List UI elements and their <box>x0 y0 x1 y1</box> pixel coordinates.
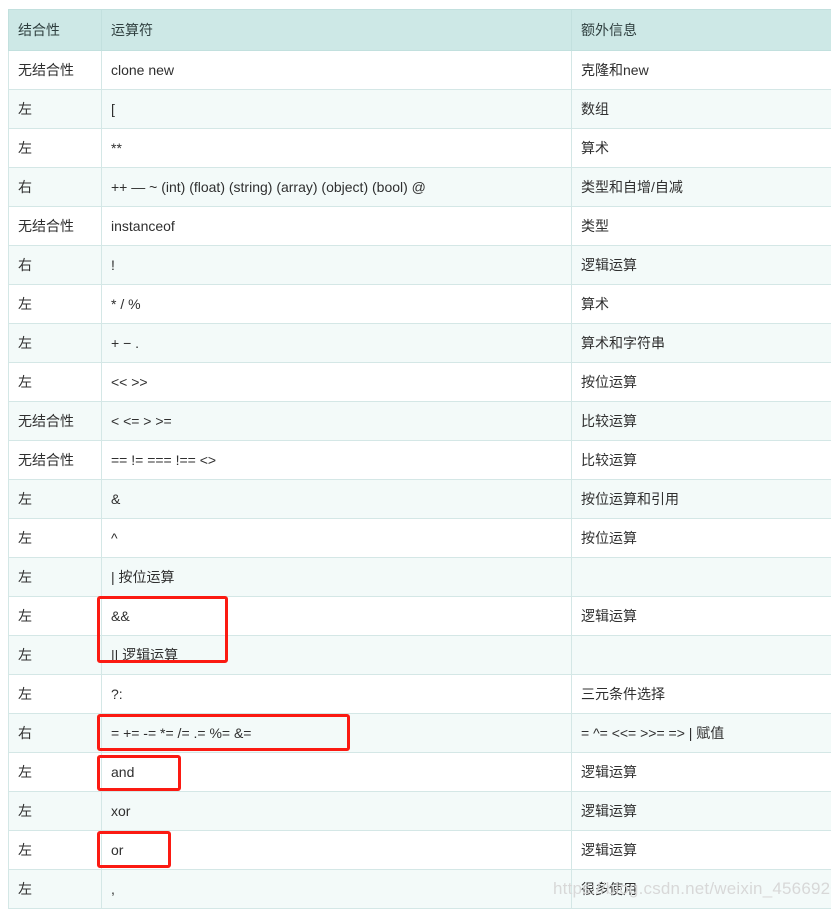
cell-extra-info: 按位运算 <box>571 518 831 558</box>
cell-extra-info: 算术 <box>571 128 831 168</box>
cell-associativity: 左 <box>8 752 102 792</box>
table-row: 左 && 逻辑运算 <box>8 596 831 636</box>
cell-operator: instanceof <box>101 206 572 246</box>
cell-extra-info: 按位运算 <box>571 362 831 402</box>
table-row: 右 ++ — ~ (int) (float) (string) (array) (… <box>8 167 831 207</box>
cell-extra-info: 逻辑运算 <box>571 830 831 870</box>
cell-associativity: 左 <box>8 674 102 714</box>
column-header-associativity: 结合性 <box>8 9 102 51</box>
cell-operator: | 按位运算 <box>101 557 572 597</box>
cell-associativity: 无结合性 <box>8 401 102 441</box>
column-header-operator: 运算符 <box>101 9 572 51</box>
cell-extra-info: 按位运算和引用 <box>571 479 831 519</box>
cell-operator: & <box>101 479 572 519</box>
cell-extra-info: 算术 <box>571 284 831 324</box>
table-row: 左 xor 逻辑运算 <box>8 791 831 831</box>
table-row: 左 | 按位运算 <box>8 557 831 597</box>
cell-associativity: 左 <box>8 635 102 675</box>
cell-associativity: 左 <box>8 89 102 129</box>
cell-operator: == != === !== <> <box>101 440 572 480</box>
table-row: 无结合性 == != === !== <> 比较运算 <box>8 440 831 480</box>
table-header: 结合性 运算符 额外信息 <box>8 9 831 51</box>
table-row: 无结合性 < <= > >= 比较运算 <box>8 401 831 441</box>
cell-operator: ! <box>101 245 572 285</box>
cell-operator: + − . <box>101 323 572 363</box>
cell-operator: and <box>101 752 572 792</box>
table-row: 左 || 逻辑运算 <box>8 635 831 675</box>
table-row: 无结合性 clone new 克隆和new <box>8 50 831 90</box>
cell-operator: * / % <box>101 284 572 324</box>
cell-associativity: 无结合性 <box>8 440 102 480</box>
page-root: 结合性 运算符 额外信息 无结合性 clone new 克隆和new 左[数组左 ** 算… <box>0 0 831 915</box>
cell-extra-info <box>571 557 831 597</box>
cell-operator: && <box>101 596 572 636</box>
cell-associativity: 左 <box>8 128 102 168</box>
cell-operator: = += -= *= /= .= %= &= <box>101 713 572 753</box>
cell-operator: , <box>101 869 572 909</box>
cell-extra-info: 类型 <box>571 206 831 246</box>
cell-extra-info: 比较运算 <box>571 401 831 441</box>
cell-operator: ^ <box>101 518 572 558</box>
cell-associativity: 左 <box>8 362 102 402</box>
cell-operator: xor <box>101 791 572 831</box>
table-row: 左 + − . 算术和字符串 <box>8 323 831 363</box>
table-row: 左?: 三元条件选择 <box>8 674 831 714</box>
cell-extra-info: 比较运算 <box>571 440 831 480</box>
cell-operator: << >> <box>101 362 572 402</box>
cell-associativity: 左 <box>8 830 102 870</box>
table-row: 左 & 按位运算和引用 <box>8 479 831 519</box>
cell-associativity: 左 <box>8 557 102 597</box>
cell-associativity: 左 <box>8 869 102 909</box>
cell-operator: || 逻辑运算 <box>101 635 572 675</box>
cell-operator: or <box>101 830 572 870</box>
cell-extra-info: 克隆和new <box>571 50 831 90</box>
cell-operator: ++ — ~ (int) (float) (string) (array) (o… <box>101 167 572 207</box>
table-row: 左 ^ 按位运算 <box>8 518 831 558</box>
table-row: 左 or 逻辑运算 <box>8 830 831 870</box>
cell-extra-info: 数组 <box>571 89 831 129</box>
cell-extra-info: = ^= <<= >>= => | 赋值 <box>571 713 831 753</box>
cell-extra-info: 逻辑运算 <box>571 596 831 636</box>
cell-extra-info: 类型和自增/自减 <box>571 167 831 207</box>
watermark-text: https://blog.csdn.net/weixin_45669205 <box>553 879 831 898</box>
table-row: 左 ** 算术 <box>8 128 831 168</box>
cell-associativity: 右 <box>8 245 102 285</box>
cell-operator: [ <box>101 89 572 129</box>
table-header-row: 结合性 运算符 额外信息 <box>8 9 831 51</box>
cell-operator: ?: <box>101 674 572 714</box>
cell-associativity: 左 <box>8 518 102 558</box>
cell-associativity: 左 <box>8 284 102 324</box>
cell-extra-info <box>571 635 831 675</box>
cell-extra-info: 逻辑运算 <box>571 791 831 831</box>
cell-extra-info: 逻辑运算 <box>571 245 831 285</box>
cell-extra-info: 逻辑运算 <box>571 752 831 792</box>
table-row: 右! 逻辑运算 <box>8 245 831 285</box>
table-row: 右 = += -= *= /= .= %= &= = ^= <<= >>= => |… <box>8 713 831 753</box>
operator-precedence-table: 结合性 运算符 额外信息 无结合性 clone new 克隆和new 左[数组左 ** 算… <box>8 9 831 909</box>
cell-associativity: 左 <box>8 596 102 636</box>
cell-extra-info: 三元条件选择 <box>571 674 831 714</box>
cell-associativity: 右 <box>8 713 102 753</box>
cell-associativity: 无结合性 <box>8 206 102 246</box>
cell-operator: clone new <box>101 50 572 90</box>
cell-associativity: 无结合性 <box>8 50 102 90</box>
cell-associativity: 左 <box>8 479 102 519</box>
cell-associativity: 左 <box>8 323 102 363</box>
cell-extra-info: 算术和字符串 <box>571 323 831 363</box>
table-row: 左 << >> 按位运算 <box>8 362 831 402</box>
table-row: 无结合性 instanceof 类型 <box>8 206 831 246</box>
column-header-extra-info: 额外信息 <box>571 9 831 51</box>
table-body: 无结合性 clone new 克隆和new 左[数组左 ** 算术右 ++ — ~ (int… <box>8 50 831 909</box>
table-row: 左 and 逻辑运算 <box>8 752 831 792</box>
cell-associativity: 左 <box>8 791 102 831</box>
cell-operator: ** <box>101 128 572 168</box>
table-row: 左[数组 <box>8 89 831 129</box>
table-row: 左 * / % 算术 <box>8 284 831 324</box>
operator-precedence-table-container: 结合性 运算符 额外信息 无结合性 clone new 克隆和new 左[数组左 ** 算… <box>8 9 831 909</box>
cell-operator: < <= > >= <box>101 401 572 441</box>
cell-associativity: 右 <box>8 167 102 207</box>
